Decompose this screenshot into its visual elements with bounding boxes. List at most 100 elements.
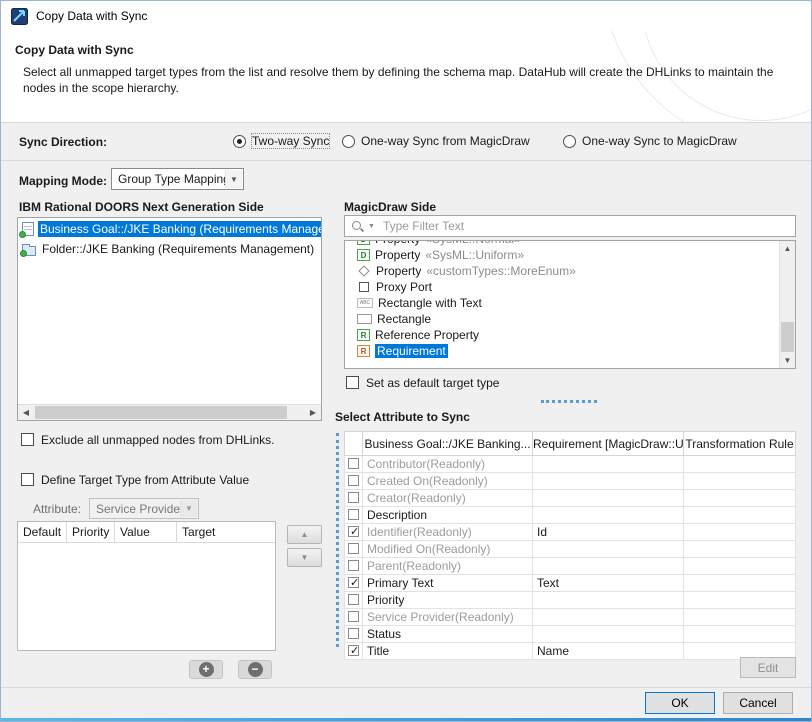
- define-target-type-checkbox[interactable]: Define Target Type from Attribute Value: [21, 473, 249, 487]
- remove-row-button[interactable]: −: [238, 660, 272, 679]
- attr-row-contributor[interactable]: Contributor(Readonly): [345, 456, 796, 473]
- tree-item-stereotype: «customTypes::MoreEnum»: [426, 264, 575, 278]
- select-attribute-title: Select Attribute to Sync: [335, 410, 470, 424]
- column-priority: Priority: [67, 522, 115, 542]
- doors-side-title: IBM Rational DOORS Next Generation Side: [19, 200, 264, 214]
- horizontal-scrollbar[interactable]: ◀ ▶: [18, 404, 321, 420]
- rectangle-icon: [357, 314, 372, 324]
- mapping-mode-label: Mapping Mode:: [19, 174, 107, 188]
- tree-item-proxy-port[interactable]: Proxy Port: [345, 279, 779, 295]
- checkbox-icon[interactable]: [348, 594, 359, 605]
- scrollbar-thumb[interactable]: [781, 322, 794, 352]
- checkbox-icon[interactable]: [348, 577, 359, 588]
- attr-row-service-provider[interactable]: Service Provider(Readonly): [345, 609, 796, 626]
- column-value: Value: [115, 522, 177, 542]
- attr-row-parent[interactable]: Parent(Readonly): [345, 558, 796, 575]
- filter-placeholder: Type Filter Text: [383, 219, 464, 233]
- attribute-label: Attribute:: [33, 502, 81, 516]
- tree-item-label: Business Goal::/JKE Banking (Requirement…: [38, 221, 321, 237]
- sync-direction-row: Sync Direction: Two-way Sync One-way Syn…: [1, 124, 811, 161]
- scroll-down-icon[interactable]: ▼: [780, 353, 795, 368]
- tree-item-property-moreenum[interactable]: Property «customTypes::MoreEnum»: [345, 263, 779, 279]
- scroll-left-icon[interactable]: ◀: [18, 405, 34, 420]
- scroll-up-icon[interactable]: ▲: [780, 241, 795, 256]
- checkbox-label: Define Target Type from Attribute Value: [41, 473, 249, 487]
- ok-button[interactable]: OK: [645, 692, 715, 714]
- checkbox-icon[interactable]: [348, 475, 359, 486]
- attribute-sync-table: Business Goal::/JKE Banking... Requireme…: [344, 431, 796, 660]
- radio-one-way-from-magicdraw[interactable]: One-way Sync from MagicDraw: [342, 134, 530, 148]
- attr-row-priority[interactable]: Priority: [345, 592, 796, 609]
- attribute-select[interactable]: Service Provider ▼: [89, 498, 199, 519]
- radio-label: One-way Sync to MagicDraw: [582, 134, 737, 148]
- scroll-right-icon[interactable]: ▶: [305, 405, 321, 420]
- radio-icon: [342, 135, 355, 148]
- tree-item-label: Proxy Port: [376, 280, 432, 294]
- checkbox-icon[interactable]: [348, 492, 359, 503]
- enum-property-icon: [358, 265, 369, 276]
- set-default-target-checkbox[interactable]: Set as default target type: [346, 376, 499, 390]
- tree-item-label: Property: [375, 248, 420, 262]
- tree-item-property-uniform[interactable]: Property «SysML::Uniform»: [345, 247, 779, 263]
- property-icon: [357, 241, 370, 245]
- tree-item-reference-property[interactable]: Reference Property: [345, 327, 779, 343]
- checkbox-icon[interactable]: [348, 543, 359, 554]
- scrollbar-thumb[interactable]: [35, 406, 287, 419]
- checkbox-icon[interactable]: [348, 560, 359, 571]
- checkbox-icon[interactable]: [348, 611, 359, 622]
- checkbox-icon[interactable]: [348, 645, 359, 656]
- attribute-table-header: Business Goal::/JKE Banking... Requireme…: [345, 432, 796, 456]
- exclude-unmapped-checkbox[interactable]: Exclude all unmapped nodes from DHLinks.: [21, 433, 274, 447]
- vertical-splitter-handle[interactable]: [336, 433, 339, 647]
- checkbox-icon[interactable]: [348, 628, 359, 639]
- reference-property-icon: [357, 329, 370, 341]
- radio-two-way-sync[interactable]: Two-way Sync: [233, 134, 329, 148]
- tree-item-rectangle-with-text[interactable]: Rectangle with Text: [345, 295, 779, 311]
- move-up-button[interactable]: ▲: [287, 525, 322, 544]
- type-filter-input[interactable]: ▼ Type Filter Text: [344, 215, 796, 237]
- checkbox-icon[interactable]: [348, 526, 359, 537]
- app-icon: [11, 8, 28, 25]
- attr-row-title[interactable]: Title Name: [345, 643, 796, 660]
- tree-item-business-goal[interactable]: Business Goal::/JKE Banking (Requirement…: [18, 220, 321, 238]
- doors-tree: Business Goal::/JKE Banking (Requirement…: [17, 217, 322, 421]
- banner-title: Copy Data with Sync: [15, 43, 134, 57]
- cancel-button[interactable]: Cancel: [723, 692, 793, 714]
- move-down-button[interactable]: ▼: [287, 548, 322, 567]
- add-row-button[interactable]: +: [189, 660, 223, 679]
- radio-label: Two-way Sync: [252, 134, 329, 148]
- tree-item-requirement[interactable]: Requirement: [345, 343, 779, 359]
- mapping-mode-select[interactable]: Group Type Mapping ▼: [111, 168, 244, 190]
- attr-row-identifier[interactable]: Identifier(Readonly) Id: [345, 524, 796, 541]
- tree-item-folder[interactable]: Folder::/JKE Banking (Requirements Manag…: [18, 240, 321, 258]
- attr-row-modified-on[interactable]: Modified On(Readonly): [345, 541, 796, 558]
- chevron-down-icon: ▼: [180, 500, 197, 517]
- column-checkbox: [345, 432, 363, 456]
- tree-item-label: Reference Property: [375, 328, 479, 342]
- requirement-icon: [357, 345, 370, 357]
- tree-item-stereotype: «SysML::Normal»: [425, 241, 520, 246]
- business-goal-icon: [22, 222, 34, 236]
- attr-row-status[interactable]: Status: [345, 626, 796, 643]
- attr-row-creator[interactable]: Creator(Readonly): [345, 490, 796, 507]
- tree-item-rectangle[interactable]: Rectangle: [345, 311, 779, 327]
- tree-item-label: Property: [376, 264, 421, 278]
- checkbox-icon: [21, 473, 34, 486]
- radio-selected-icon: [233, 135, 246, 148]
- horizontal-splitter-handle[interactable]: [541, 400, 597, 403]
- checkbox-label: Exclude all unmapped nodes from DHLinks.: [41, 433, 274, 447]
- tree-item-stereotype: «SysML::Uniform»: [425, 248, 524, 262]
- mapping-mode-value: Group Type Mapping: [118, 172, 230, 186]
- radio-one-way-to-magicdraw[interactable]: One-way Sync to MagicDraw: [563, 134, 737, 148]
- title-bar[interactable]: Copy Data with Sync: [1, 1, 811, 31]
- attr-row-created-on[interactable]: Created On(Readonly): [345, 473, 796, 490]
- edit-button[interactable]: Edit: [740, 657, 796, 678]
- attr-row-description[interactable]: Description: [345, 507, 796, 524]
- checkbox-icon[interactable]: [348, 509, 359, 520]
- property-icon: [357, 249, 370, 261]
- checkbox-icon[interactable]: [348, 458, 359, 469]
- vertical-scrollbar[interactable]: ▲ ▼: [779, 241, 795, 368]
- banner-description-line2: nodes in the scope hierarchy.: [23, 80, 773, 96]
- attr-row-primary-text[interactable]: Primary Text Text: [345, 575, 796, 592]
- copy-data-with-sync-dialog: Copy Data with Sync Copy Data with Sync …: [0, 0, 812, 722]
